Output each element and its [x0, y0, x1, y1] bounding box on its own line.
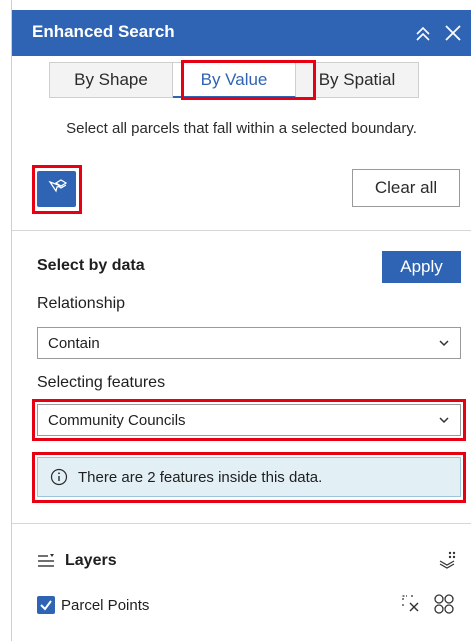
- apply-button[interactable]: Apply: [382, 251, 461, 283]
- panel-header: Enhanced Search: [12, 10, 471, 56]
- select-features-icon: [47, 177, 67, 202]
- tab-by-shape[interactable]: By Shape: [49, 62, 173, 98]
- enhanced-search-panel: Enhanced Search By Shape By Value By Spa…: [12, 0, 471, 641]
- parcel-points-checkbox[interactable]: [37, 596, 55, 614]
- search-mode-tabs: By Shape By Value By Spatial: [49, 62, 419, 98]
- layer-options-icon[interactable]: [436, 549, 458, 571]
- selecting-features-label: Selecting features: [37, 374, 166, 391]
- layers-title: Layers: [65, 552, 117, 569]
- section-divider: [12, 523, 471, 524]
- description-text: Select all parcels that fall within a se…: [66, 120, 417, 137]
- checkmark-icon: [40, 600, 52, 611]
- double-chevron-up-icon[interactable]: [410, 18, 436, 48]
- relationship-select[interactable]: Contain: [37, 327, 461, 359]
- left-border-strip: [0, 0, 12, 641]
- tab-by-value[interactable]: By Value: [173, 62, 296, 98]
- select-features-button[interactable]: [37, 171, 76, 207]
- features-count-notice: There are 2 features inside this data.: [37, 457, 461, 497]
- section-divider: [12, 230, 471, 231]
- notice-text: There are 2 features inside this data.: [78, 468, 323, 486]
- close-icon[interactable]: [440, 18, 466, 48]
- layers-list-icon: [38, 554, 54, 567]
- layer-item-parcel-points: Parcel Points: [37, 594, 149, 616]
- relationship-value: Contain: [48, 334, 100, 352]
- panel-title: Enhanced Search: [32, 22, 175, 41]
- tab-by-spatial[interactable]: By Spatial: [296, 62, 419, 98]
- clear-all-button[interactable]: Clear all: [352, 169, 460, 207]
- chevron-down-icon: [439, 417, 449, 424]
- select-by-data-title: Select by data: [37, 257, 145, 274]
- selecting-features-select[interactable]: Community Councils: [37, 404, 461, 436]
- select-group-icon[interactable]: [432, 593, 456, 615]
- clear-selection-icon[interactable]: [400, 593, 422, 615]
- info-icon: [50, 468, 68, 486]
- chevron-down-icon: [439, 340, 449, 347]
- selecting-features-value: Community Councils: [48, 411, 186, 429]
- layer-label: Parcel Points: [61, 596, 150, 614]
- layers-header: Layers: [37, 549, 117, 573]
- relationship-label: Relationship: [37, 295, 126, 312]
